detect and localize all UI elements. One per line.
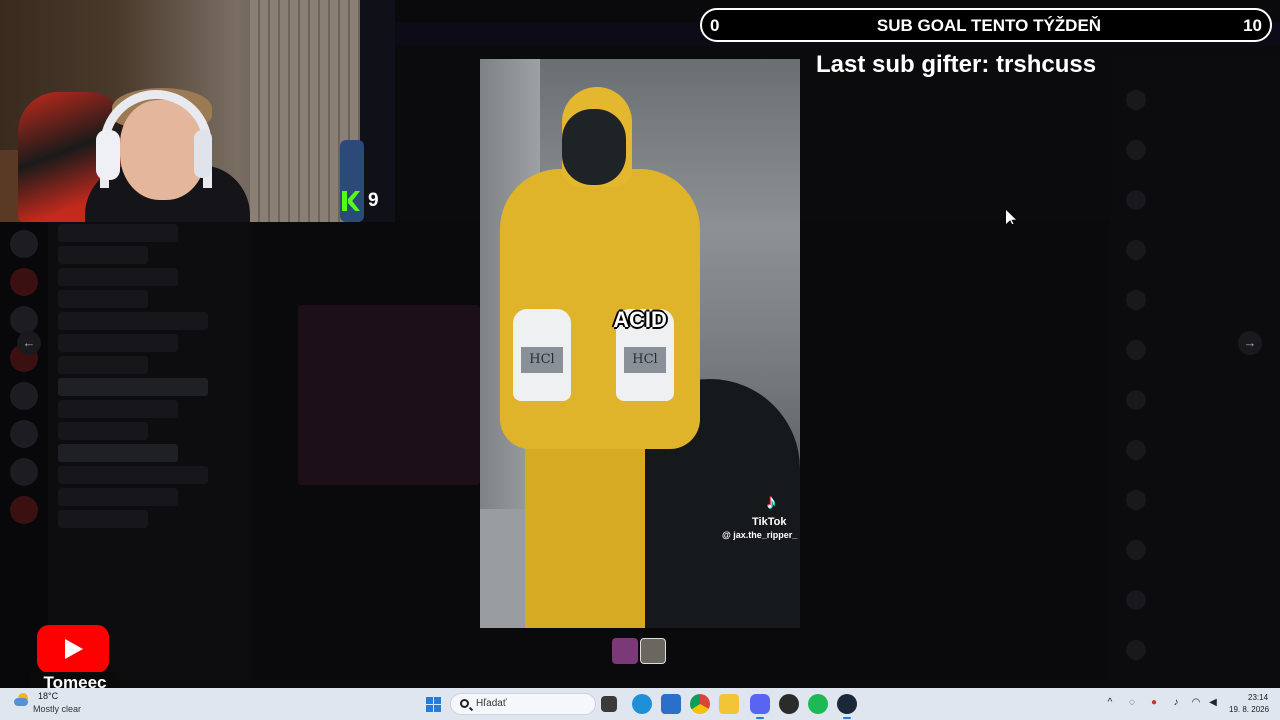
server-icon[interactable] [10,382,38,410]
channel-item[interactable] [58,334,178,352]
member-list [1110,60,1280,680]
channel-item[interactable] [58,400,178,418]
member-avatar[interactable] [1126,140,1146,160]
server-icon[interactable] [10,306,38,334]
tiktok-video[interactable]: HCl HCl ACID ♪ TikTok @ jax.the_ripper_ [480,59,800,628]
member-avatar[interactable] [1126,440,1146,460]
chrome-icon[interactable] [690,694,710,714]
weather-description[interactable]: Mostly clear [33,704,81,714]
weather-temperature[interactable]: 18°C [38,691,58,701]
channel-item[interactable] [58,422,148,440]
tray-app-icon[interactable]: ● [1148,697,1160,709]
tiktok-watermark: TikTok [752,516,787,528]
clock-time[interactable]: 23:14 [1248,693,1268,702]
volume-icon[interactable]: ◀ [1207,697,1219,709]
server-icon[interactable] [10,420,38,448]
search-placeholder: Hľadať [476,698,507,709]
windows-taskbar: 18°C Mostly clear Hľadať ^ ◌ ● ♪ ◠ ◀ 23:… [0,688,1280,720]
channel-item[interactable] [58,466,208,484]
youtube-logo-icon [37,625,109,673]
microphone-icon[interactable]: ♪ [1170,697,1182,709]
last-sub-gifter: Last sub gifter: trshcuss [816,51,1097,78]
gas-mask [562,109,626,185]
clock-date[interactable]: 19. 8. 2026 [1229,705,1269,714]
member-avatar[interactable] [1126,540,1146,560]
spotify-icon[interactable] [808,694,828,714]
server-icon[interactable] [10,230,38,258]
kick-viewer-counter: 9 [342,190,379,212]
channel-item[interactable] [58,378,208,396]
sub-goal-title: SUB GOAL TENTO TÝŽDEŇ [876,16,1102,35]
tiktok-logo-icon: ♪ [766,491,776,513]
kick-logo-icon [342,191,360,211]
edge-icon[interactable] [632,694,652,714]
member-avatar[interactable] [1126,90,1146,110]
channel-item[interactable] [58,246,148,264]
channel-item[interactable] [58,510,148,528]
windows-start-icon[interactable] [426,697,441,712]
channel-list [48,220,248,680]
webcam-feed: 9 [0,0,395,222]
channel-item[interactable] [58,444,178,462]
channel-item[interactable] [58,488,178,506]
obs-icon[interactable] [779,694,799,714]
channel-item[interactable] [58,224,178,242]
member-avatar[interactable] [1126,640,1146,660]
file-explorer-icon[interactable] [719,694,739,714]
stream-screen: ↻ ↓ ⧉ ⋯ ✕ 9 SUB GOAL TENTO TÝŽDEŇ 0 10 L… [0,0,1280,720]
chevron-up-icon[interactable]: ^ [1104,697,1116,709]
media-thumbnail-active[interactable] [640,638,666,664]
taskbar-search[interactable]: Hľadať [450,693,596,715]
video-caption: ACID [613,307,667,332]
tray-app-icon[interactable]: ◌ [1126,697,1138,709]
server-icon[interactable] [10,458,38,486]
wifi-icon[interactable]: ◠ [1190,697,1202,709]
discord-icon[interactable] [750,694,770,719]
mail-icon[interactable] [661,694,681,714]
channel-item[interactable] [58,290,148,308]
sub-goal-target: 10 [1243,16,1262,35]
channel-item[interactable] [58,268,178,286]
sub-goal-current: 0 [710,16,720,35]
member-avatar[interactable] [1126,190,1146,210]
member-avatar[interactable] [1126,340,1146,360]
channel-item[interactable] [58,356,148,374]
member-avatar[interactable] [1126,240,1146,260]
weather-icon[interactable] [14,693,30,707]
member-avatar[interactable] [1126,590,1146,610]
member-avatar[interactable] [1126,490,1146,510]
arrow-right-icon[interactable]: → [1238,331,1262,355]
channel-item[interactable] [58,312,208,330]
arrow-left-icon[interactable]: ← [17,331,41,355]
chat-embed [298,305,480,485]
steam-icon[interactable] [837,694,857,719]
media-thumbnail[interactable] [612,638,638,664]
member-avatar[interactable] [1126,290,1146,310]
task-view-icon[interactable] [601,696,617,712]
search-icon [460,699,469,708]
member-avatar[interactable] [1126,390,1146,410]
sub-goal-bar: SUB GOAL TENTO TÝŽDEŇ 0 10 [700,8,1272,42]
server-rail [0,220,48,688]
server-icon[interactable] [10,268,38,296]
kick-viewer-count: 9 [368,190,379,211]
tiktok-handle: @ jax.the_ripper_ [722,530,798,540]
media-thumbnails [612,638,666,664]
server-icon[interactable] [10,496,38,524]
